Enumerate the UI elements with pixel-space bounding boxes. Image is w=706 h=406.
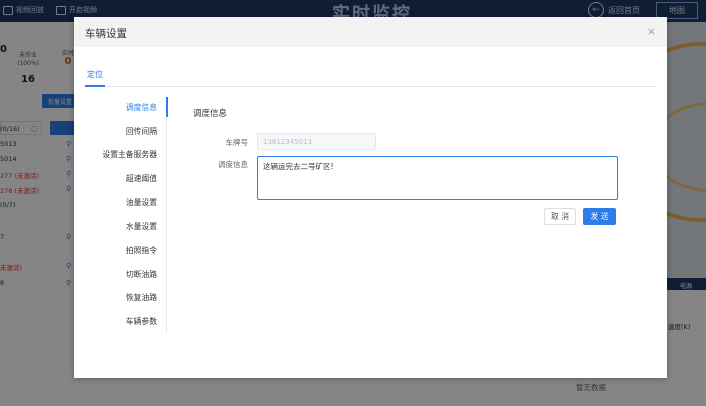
dispatch-info-textarea[interactable] xyxy=(257,156,618,200)
active-menu-indicator xyxy=(166,97,168,117)
dialog-header: 车辆设置 × xyxy=(74,17,667,47)
tab-bar: 定位 xyxy=(85,67,656,87)
settings-menu: 调度信息回传间隔设置主备服务器超速阈值油量设置水量设置拍照指令切断油路恢复油路车… xyxy=(85,97,168,333)
menu-item[interactable]: 回传间隔 xyxy=(126,126,157,137)
tab-location[interactable]: 定位 xyxy=(85,67,105,87)
menu-item[interactable]: 油量设置 xyxy=(126,197,157,208)
menu-item[interactable]: 拍照指令 xyxy=(126,245,157,256)
panel-title: 调度信息 xyxy=(193,109,228,119)
menu-item[interactable]: 调度信息 xyxy=(126,102,157,113)
vehicle-settings-dialog: 车辆设置 × 定位 调度信息 回传间隔 设置主备服务器 超速阈值 油量设置 水量设置 拍照指… xyxy=(74,17,667,378)
menu-item[interactable]: 超速阈值 xyxy=(126,173,157,184)
menu-item[interactable]: 水量设置 xyxy=(126,221,157,232)
menu-item[interactable]: 切断油路 xyxy=(126,269,157,280)
menu-item[interactable]: 车辆参数 xyxy=(126,316,157,327)
plate-number-input[interactable] xyxy=(257,133,376,150)
menu-item[interactable]: 设置主备服务器 xyxy=(102,149,157,160)
menu-item[interactable]: 恢复油路 xyxy=(126,292,157,303)
close-icon[interactable]: × xyxy=(647,25,656,38)
plate-label: 车牌号 xyxy=(225,138,249,147)
dialog-title: 车辆设置 xyxy=(85,28,127,40)
dispatch-label: 调度信息 xyxy=(218,160,248,169)
cancel-button[interactable]: 取 消 xyxy=(544,208,576,225)
send-button[interactable]: 发 送 xyxy=(583,208,616,225)
